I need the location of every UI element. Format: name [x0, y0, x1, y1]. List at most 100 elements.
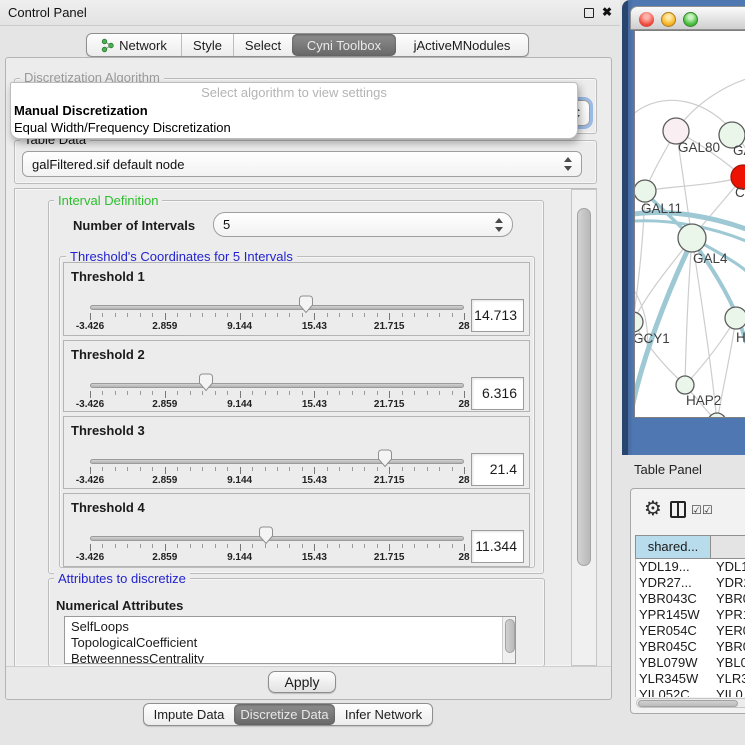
vertical-scrollbar[interactable] — [571, 189, 597, 666]
attribute-list-item[interactable]: TopologicalCoefficient — [65, 635, 515, 651]
threshold-value-field[interactable]: 14.713 — [471, 299, 524, 332]
threshold-slider[interactable]: -3.4262.8599.14415.4321.71528 — [64, 263, 529, 335]
slider-tick — [427, 391, 428, 395]
tab-select[interactable]: Select — [233, 34, 292, 56]
table-body: YDL19...YDL1YDR27...YDR2YBR043CYBR0YPR14… — [635, 559, 745, 697]
table-row[interactable]: YBR045CYBR0 — [636, 639, 745, 655]
slider-track[interactable] — [90, 459, 464, 464]
slider-tick — [115, 544, 116, 548]
network-node[interactable] — [635, 312, 643, 332]
slider-tick — [364, 467, 365, 471]
slider-thumb[interactable] — [198, 373, 214, 392]
table-data-combobox[interactable]: galFiltered.sif default node — [22, 151, 582, 177]
threshold-3-panel: Threshold 3 -3.4262.8599.14415.4321.7152… — [63, 416, 530, 489]
slider-track[interactable] — [90, 305, 464, 310]
tab-discretize-data[interactable]: Discretize Data — [234, 704, 335, 725]
threshold-slider[interactable]: -3.4262.8599.14415.4321.71528 — [64, 417, 529, 488]
slider-tick — [265, 313, 266, 317]
gear-icon[interactable]: ⚙ — [644, 498, 662, 518]
slider-tick — [327, 544, 328, 548]
slider-tick — [190, 544, 191, 548]
slider-tick — [439, 313, 440, 317]
network-window-titlebar[interactable] — [630, 6, 745, 30]
threshold-value-field[interactable]: 6.316 — [471, 377, 524, 410]
cell-shared-name: YER054C — [636, 623, 712, 639]
slider-tick — [277, 391, 278, 395]
slider-tick — [327, 391, 328, 395]
close-traffic-light[interactable] — [639, 12, 654, 27]
table-panel: ⚙ ☑ ☑ shared... n YDL19...YDL1YDR27...YD… — [630, 488, 745, 714]
dropdown-option-equal-width[interactable]: Equal Width/Frequency Discretization — [14, 120, 231, 135]
slider-tick — [339, 313, 340, 317]
slider-tick — [327, 313, 328, 317]
table-row[interactable]: YBR043CYBR0 — [636, 591, 745, 607]
attribute-list-item[interactable]: SelfLoops — [65, 619, 515, 635]
slider-thumb[interactable] — [258, 526, 274, 545]
slider-tick — [402, 391, 403, 395]
slider-tick — [140, 544, 141, 548]
tab-network[interactable]: Network — [87, 34, 181, 56]
split-columns-icon[interactable] — [670, 501, 686, 518]
threshold-slider[interactable]: -3.4262.8599.14415.4321.71528 — [64, 494, 529, 566]
list-scrollbar[interactable] — [502, 617, 515, 663]
slider-track[interactable] — [90, 536, 464, 541]
numerical-attributes-list[interactable]: SelfLoopsTopologicalCoefficientBetweenne… — [64, 616, 516, 664]
slider-tick — [352, 467, 353, 471]
slider-tick — [402, 467, 403, 471]
algorithm-dropdown-popup: Select algorithm to view settings Manual… — [10, 82, 578, 139]
slider-tick — [190, 391, 191, 395]
slider-thumb[interactable] — [298, 295, 314, 314]
slider-tick-label: 21.715 — [374, 321, 405, 332]
tab-style[interactable]: Style — [181, 34, 233, 56]
table-row[interactable]: YPR145WYPR1 — [636, 607, 745, 623]
cell-name: YLR3 — [712, 671, 745, 687]
network-node[interactable] — [635, 180, 656, 202]
apply-button[interactable]: Apply — [268, 671, 336, 693]
table-row[interactable]: YDR27...YDR2 — [636, 575, 745, 591]
checked-box-icon[interactable]: ☑ — [691, 504, 702, 516]
node-label: H — [736, 330, 745, 345]
network-edge — [645, 177, 743, 191]
tab-jactivemnodules[interactable]: jActiveMNodules — [396, 34, 528, 56]
slider-tick — [190, 467, 191, 471]
network-node[interactable] — [678, 224, 706, 252]
table-row[interactable]: YBL079WYBL0 — [636, 655, 745, 671]
dropdown-option-manual-discretization[interactable]: Manual Discretization — [14, 103, 148, 118]
network-node[interactable] — [676, 376, 694, 394]
checked-box-icon[interactable]: ☑ — [702, 504, 713, 516]
network-node[interactable] — [708, 413, 726, 418]
minimize-traffic-light[interactable] — [661, 12, 676, 27]
slider-tick — [414, 391, 415, 395]
slider-tick — [265, 467, 266, 471]
network-node[interactable] — [725, 307, 745, 329]
threshold-slider[interactable]: -3.4262.8599.14415.4321.71528 — [64, 341, 529, 411]
list-scrollbar-thumb[interactable] — [505, 619, 515, 653]
zoom-traffic-light[interactable] — [683, 12, 698, 27]
horizontal-scrollbar-thumb[interactable] — [638, 700, 738, 707]
attribute-list-item[interactable]: BetweennessCentrality — [65, 651, 515, 664]
slider-track[interactable] — [90, 383, 464, 388]
network-window[interactable]: GAL80GACGAL11GAL4GCY1HHAP2 — [622, 0, 745, 455]
float-window-icon[interactable] — [584, 8, 594, 18]
slider-thumb[interactable] — [377, 449, 393, 468]
panel-title: Control Panel — [8, 5, 87, 20]
node-label: GCY1 — [635, 331, 670, 346]
table-row[interactable]: YER054CYER0 — [636, 623, 745, 639]
table-row[interactable]: YDL19...YDL1 — [636, 559, 745, 575]
tab-impute-data[interactable]: Impute Data — [144, 704, 234, 725]
cell-shared-name: YDL19... — [636, 559, 712, 575]
column-header-shared[interactable]: shared... — [635, 535, 711, 559]
tab-infer-network[interactable]: Infer Network — [335, 704, 432, 725]
vertical-scrollbar-thumb[interactable] — [577, 208, 591, 566]
slider-tick — [352, 391, 353, 395]
threshold-value-field[interactable]: 21.4 — [471, 453, 524, 486]
number-of-intervals-combobox[interactable]: 5 — [213, 212, 513, 237]
close-panel-icon[interactable]: ✖ — [602, 5, 612, 19]
network-canvas[interactable]: GAL80GACGAL11GAL4GCY1HHAP2 — [634, 30, 745, 418]
tab-cyni-toolbox[interactable]: Cyni Toolbox — [292, 34, 396, 56]
table-row[interactable]: YLR345WYLR3 — [636, 671, 745, 687]
table-row[interactable]: YIL052CYIL0 — [636, 687, 745, 697]
threshold-value-field[interactable]: 11.344 — [471, 530, 524, 563]
horizontal-scrollbar[interactable] — [636, 698, 745, 708]
column-header-name[interactable]: n — [711, 535, 745, 559]
